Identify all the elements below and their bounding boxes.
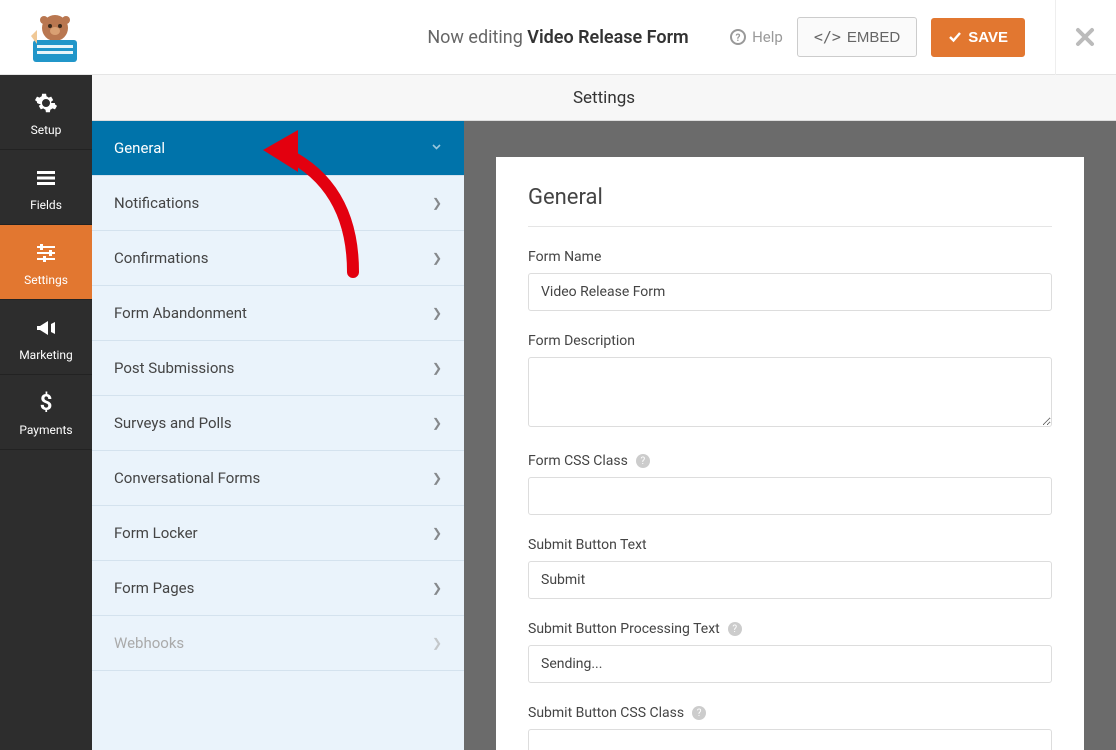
sidebar-item-label: Marketing <box>19 348 73 362</box>
panel-title: General <box>528 185 1052 227</box>
editing-title: Now editing Video Release Form <box>427 27 688 48</box>
sidebar-item-label: Fields <box>30 198 62 212</box>
settings-item-form-pages[interactable]: Form Pages ❯ <box>92 561 464 616</box>
help-tip-icon[interactable]: ? <box>636 454 650 468</box>
chevron-right-icon: ❯ <box>432 416 442 430</box>
gear-icon <box>34 91 58 115</box>
settings-item-confirmations[interactable]: Confirmations ❯ <box>92 231 464 286</box>
settings-item-webhooks[interactable]: Webhooks ❯ <box>92 616 464 671</box>
settings-item-conversational-forms[interactable]: Conversational Forms ❯ <box>92 451 464 506</box>
settings-item-label: General <box>114 139 165 157</box>
settings-item-label: Surveys and Polls <box>114 414 232 432</box>
submit-css-class-label: Submit Button CSS Class <box>528 705 684 721</box>
sidebar-item-label: Settings <box>24 273 68 287</box>
help-tip-icon[interactable]: ? <box>692 706 706 720</box>
form-description-label: Form Description <box>528 333 1052 349</box>
svg-text:?: ? <box>736 33 741 44</box>
chevron-right-icon: ❯ <box>432 306 442 320</box>
settings-item-post-submissions[interactable]: Post Submissions ❯ <box>92 341 464 396</box>
settings-item-label: Webhooks <box>114 634 184 652</box>
form-area: General Form Name Form Description Form … <box>464 121 1116 750</box>
header-bar: Now editing Video Release Form ? Help </… <box>0 0 1116 75</box>
settings-item-label: Conversational Forms <box>114 469 260 487</box>
chevron-right-icon: ❯ <box>432 581 442 595</box>
chevron-right-icon: ❯ <box>432 526 442 540</box>
submit-processing-label: Submit Button Processing Text <box>528 621 720 637</box>
submit-processing-input[interactable] <box>528 645 1052 683</box>
submit-button-text-input[interactable] <box>528 561 1052 599</box>
settings-item-label: Form Pages <box>114 579 194 597</box>
sidebar-item-payments[interactable]: $ Payments <box>0 375 92 450</box>
help-link[interactable]: ? Help <box>730 28 783 46</box>
check-icon <box>948 30 962 44</box>
sidebar-item-fields[interactable]: Fields <box>0 150 92 225</box>
list-icon <box>34 166 58 190</box>
sliders-icon <box>34 241 58 265</box>
settings-item-label: Form Abandonment <box>114 304 247 322</box>
dollar-icon: $ <box>34 391 58 415</box>
chevron-right-icon: ❯ <box>432 636 442 650</box>
svg-text:$: $ <box>40 391 53 415</box>
form-name-title: Video Release Form <box>527 27 688 48</box>
sidebar-item-marketing[interactable]: Marketing <box>0 300 92 375</box>
sidebar-item-settings[interactable]: Settings <box>0 225 92 300</box>
sidebar-item-label: Setup <box>31 123 62 137</box>
settings-item-label: Confirmations <box>114 249 208 267</box>
settings-item-label: Post Submissions <box>114 359 234 377</box>
megaphone-icon <box>34 316 58 340</box>
settings-item-form-abandonment[interactable]: Form Abandonment ❯ <box>92 286 464 341</box>
submit-button-text-label: Submit Button Text <box>528 537 1052 553</box>
form-description-input[interactable] <box>528 357 1052 427</box>
settings-item-general[interactable]: General <box>92 121 464 176</box>
chevron-right-icon: ❯ <box>432 251 442 265</box>
form-css-class-label: Form CSS Class <box>528 453 628 469</box>
help-icon: ? <box>730 29 746 45</box>
settings-item-label: Form Locker <box>114 524 198 542</box>
sidebar-nav: Setup Fields Settings Marketing $ Paymen… <box>0 75 92 750</box>
chevron-down-icon <box>431 141 442 155</box>
help-tip-icon[interactable]: ? <box>728 622 742 636</box>
sidebar-item-label: Payments <box>19 423 72 437</box>
chevron-right-icon: ❯ <box>432 196 442 210</box>
general-panel: General Form Name Form Description Form … <box>496 157 1084 750</box>
settings-item-label: Notifications <box>114 194 199 212</box>
form-name-label: Form Name <box>528 249 1052 265</box>
brand-logo <box>20 7 90 67</box>
settings-item-notifications[interactable]: Notifications ❯ <box>92 176 464 231</box>
close-button[interactable] <box>1055 0 1096 75</box>
sidebar-item-setup[interactable]: Setup <box>0 75 92 150</box>
settings-list: General Notifications ❯ Confirmations ❯ … <box>92 121 464 750</box>
form-name-input[interactable] <box>528 273 1052 311</box>
form-css-class-input[interactable] <box>528 477 1052 515</box>
chevron-right-icon: ❯ <box>432 361 442 375</box>
code-icon: </> <box>814 28 841 46</box>
sub-header: Settings <box>92 75 1116 121</box>
submit-css-class-input[interactable] <box>528 729 1052 750</box>
settings-item-form-locker[interactable]: Form Locker ❯ <box>92 506 464 561</box>
settings-item-surveys-and-polls[interactable]: Surveys and Polls ❯ <box>92 396 464 451</box>
editing-prefix: Now editing <box>427 27 522 48</box>
close-icon <box>1074 26 1096 48</box>
chevron-right-icon: ❯ <box>432 471 442 485</box>
save-button[interactable]: SAVE <box>931 18 1025 57</box>
sub-header-title: Settings <box>573 88 635 108</box>
embed-button[interactable]: </> EMBED <box>797 17 917 57</box>
